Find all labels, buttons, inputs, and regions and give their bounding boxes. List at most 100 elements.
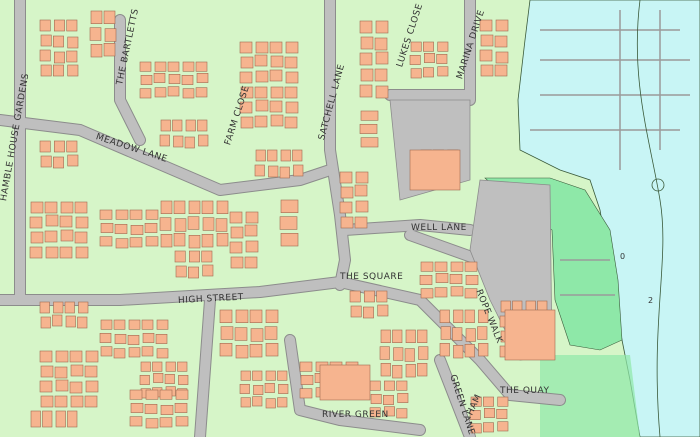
building	[172, 119, 183, 132]
building	[52, 156, 64, 169]
building	[300, 374, 314, 385]
building	[410, 68, 422, 79]
building	[130, 402, 144, 413]
building	[482, 396, 494, 407]
building	[160, 404, 174, 415]
building	[29, 246, 43, 259]
building	[30, 410, 41, 428]
building	[145, 389, 159, 400]
building	[181, 75, 194, 85]
building	[39, 380, 53, 393]
building	[60, 201, 74, 214]
building	[67, 154, 79, 167]
building	[449, 273, 463, 284]
building	[292, 149, 303, 162]
building	[42, 410, 53, 428]
building	[74, 201, 88, 214]
building	[279, 216, 298, 230]
building	[360, 110, 379, 121]
building	[84, 395, 98, 408]
building	[284, 116, 298, 129]
building	[359, 20, 373, 34]
building	[129, 237, 143, 248]
building	[173, 233, 186, 247]
building	[255, 99, 269, 112]
building	[129, 209, 143, 220]
building	[78, 301, 89, 314]
building	[359, 52, 373, 66]
building	[55, 350, 69, 363]
building	[280, 149, 291, 162]
building	[40, 155, 52, 168]
building	[167, 61, 180, 72]
building	[350, 305, 362, 318]
building	[130, 225, 144, 235]
building	[67, 64, 79, 77]
building	[495, 51, 509, 64]
building	[363, 290, 375, 303]
building	[279, 166, 290, 179]
building	[145, 418, 159, 429]
building	[216, 200, 229, 214]
building	[67, 36, 79, 49]
map-view[interactable]: HAMBLE HOUSE GARDENS THE BARTLETTS MEADO…	[0, 0, 700, 437]
building	[182, 88, 195, 99]
depth-mark-2: 2	[648, 296, 654, 305]
building	[339, 201, 353, 214]
building	[293, 164, 304, 177]
building	[202, 217, 215, 231]
building	[114, 224, 128, 234]
building	[188, 266, 199, 279]
building	[245, 240, 259, 253]
building	[219, 342, 233, 357]
building	[55, 379, 69, 392]
building	[483, 407, 495, 418]
building	[354, 216, 368, 229]
building	[299, 361, 313, 372]
building	[55, 410, 66, 428]
building	[277, 397, 288, 408]
building	[494, 35, 508, 48]
building	[270, 114, 284, 127]
building	[377, 304, 389, 317]
building	[39, 350, 53, 363]
building	[434, 287, 448, 298]
building	[417, 329, 428, 343]
building	[196, 73, 209, 83]
building	[420, 288, 434, 299]
building	[39, 140, 51, 153]
building	[285, 41, 299, 54]
building	[159, 389, 173, 400]
building	[99, 236, 113, 247]
building	[70, 395, 84, 408]
building	[494, 64, 508, 77]
building	[40, 64, 52, 77]
building	[252, 370, 263, 381]
building	[54, 395, 68, 408]
building	[188, 200, 201, 214]
building	[396, 380, 408, 391]
building	[90, 10, 103, 24]
building	[175, 416, 189, 427]
building	[40, 316, 51, 329]
building	[90, 43, 103, 58]
building	[229, 241, 243, 254]
building	[153, 372, 164, 383]
building	[229, 211, 243, 224]
building	[189, 250, 200, 263]
building	[465, 274, 479, 285]
building	[141, 346, 154, 357]
building	[234, 327, 248, 341]
building	[174, 402, 188, 413]
building	[53, 51, 65, 64]
building	[230, 226, 244, 239]
building	[159, 417, 173, 428]
building	[198, 134, 209, 147]
building	[100, 346, 113, 357]
building	[29, 216, 43, 229]
building	[244, 256, 258, 269]
building	[53, 301, 64, 314]
building	[160, 119, 171, 132]
map-canvas	[0, 0, 700, 437]
building	[201, 200, 214, 214]
